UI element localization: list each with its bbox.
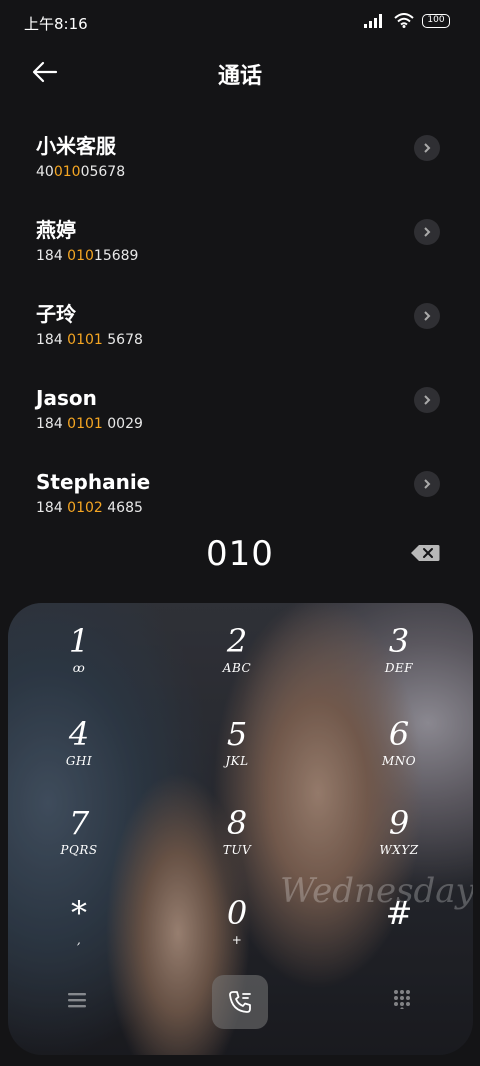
top-bar: 通话 xyxy=(0,50,480,96)
key-8[interactable]: 8 TUV xyxy=(182,805,292,885)
key-hash[interactable]: # xyxy=(344,895,454,975)
status-time: 上午8:16 xyxy=(24,15,88,33)
dialed-number: 010 xyxy=(206,534,274,574)
status-icons: 100 xyxy=(364,13,450,28)
list-item[interactable]: 燕婷 184 01015689 xyxy=(0,202,480,286)
key-7[interactable]: 7 PQRS xyxy=(24,805,134,885)
contact-number: 4001005678 xyxy=(36,164,126,180)
voicemail-icon: ꝏ xyxy=(72,661,86,675)
key-star[interactable]: *, xyxy=(24,895,134,975)
chevron-right-icon[interactable] xyxy=(414,471,440,497)
list-item[interactable]: Stephanie 184 0102 4685 xyxy=(0,454,480,512)
phone-icon xyxy=(229,991,251,1013)
chevron-right-icon[interactable] xyxy=(414,135,440,161)
key-1[interactable]: 1ꝏ xyxy=(24,623,134,703)
dialpad: Wednesday 1ꝏ 2 ABC 3 DEF 4 GHI 5 JKL 6 MNO 7P… xyxy=(8,603,473,1055)
page-title: 通话 xyxy=(217,64,262,89)
call-button[interactable] xyxy=(212,975,268,1029)
contact-number: 184 01015689 xyxy=(36,248,139,264)
contact-number: 184 0102 4685 xyxy=(36,500,143,512)
dialpad-toggle-icon[interactable] xyxy=(392,989,412,1009)
key-5[interactable]: 5 JKL xyxy=(182,716,292,796)
contact-number: 184 0101 5678 xyxy=(36,332,143,348)
list-item[interactable]: Jason 184 0101 0029 xyxy=(0,370,480,454)
key-0[interactable]: 0 + xyxy=(182,895,292,975)
key-9[interactable]: 9 WXYZ xyxy=(344,805,454,885)
contact-number: 184 0101 0029 xyxy=(36,416,143,432)
battery-icon: 100 xyxy=(422,13,450,28)
menu-icon[interactable] xyxy=(66,991,88,1009)
key-4[interactable]: 4 GHI xyxy=(24,716,134,796)
key-3[interactable]: 3 DEF xyxy=(344,623,454,703)
signal-icon xyxy=(364,13,382,28)
chevron-right-icon[interactable] xyxy=(414,303,440,329)
list-item[interactable]: 子玲 184 0101 5678 xyxy=(0,286,480,370)
key-6[interactable]: 6 MNO xyxy=(344,716,454,796)
backspace-icon[interactable] xyxy=(410,544,440,562)
wifi-icon xyxy=(394,13,414,28)
dialpad-actions xyxy=(8,973,473,1029)
chevron-right-icon[interactable] xyxy=(414,219,440,245)
list-item[interactable]: 小米客服 4001005678 xyxy=(0,118,480,202)
contact-list[interactable]: 小米客服 4001005678 燕婷 184 01015689 子玲 184 0… xyxy=(0,118,480,512)
status-bar: 上午8:16 100 xyxy=(0,0,480,46)
chevron-right-icon[interactable] xyxy=(414,387,440,413)
key-2[interactable]: 2 ABC xyxy=(182,623,292,703)
